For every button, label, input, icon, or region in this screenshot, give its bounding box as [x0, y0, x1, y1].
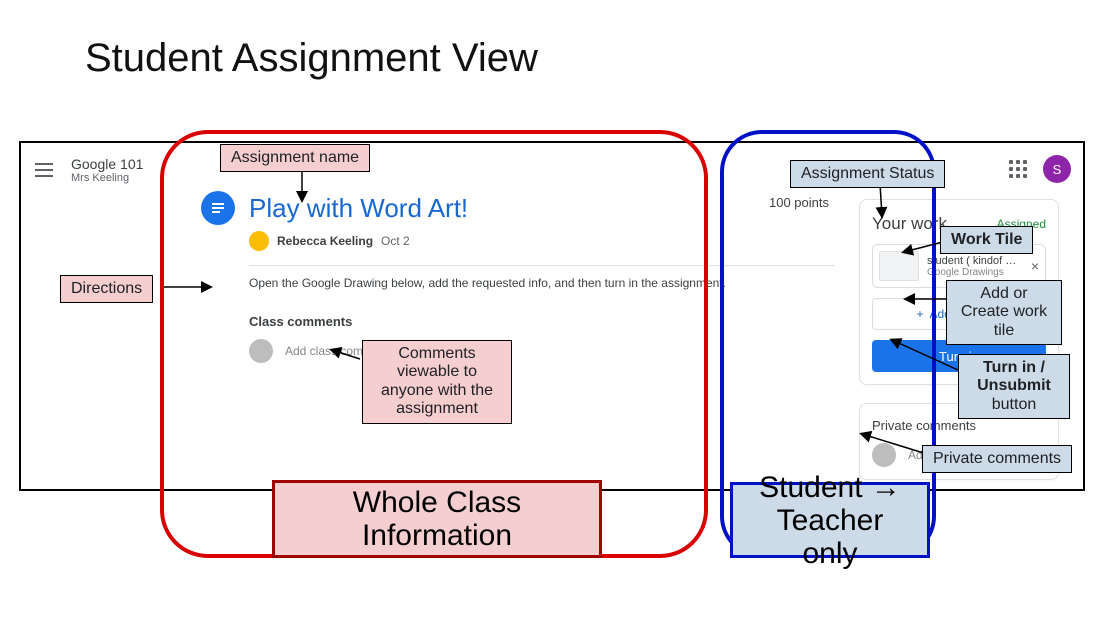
class-name: Google 101	[71, 156, 143, 172]
private-comments-title: Private comments	[872, 418, 1046, 433]
divider	[249, 265, 835, 266]
posted-by: Rebecca Keeling Oct 2	[249, 231, 835, 251]
assignment-title: Play with Word Art!	[249, 193, 468, 224]
comment-avatar	[872, 443, 896, 467]
slide-title: Student Assignment View	[85, 36, 538, 81]
close-icon[interactable]: ×	[1031, 258, 1039, 274]
region-label-whole-class: Whole Class Information	[272, 480, 602, 558]
turn-in-button[interactable]: Turn in	[872, 340, 1046, 372]
assignment-icon	[201, 191, 235, 225]
assignment-status: Assigned	[997, 217, 1046, 231]
work-tile-subtitle: Google Drawings	[927, 267, 1017, 278]
class-comment-input[interactable]: Add class comment...	[249, 339, 835, 363]
classroom-header: Google 101 Mrs Keeling S	[21, 143, 1083, 191]
class-header[interactable]: Google 101 Mrs Keeling	[71, 156, 143, 184]
author-avatar	[249, 231, 269, 251]
work-tile[interactable]: student ( kindof ) ... Google Drawings ×	[872, 244, 1046, 288]
assignment-points: 100 points	[769, 195, 829, 210]
comment-avatar	[249, 339, 273, 363]
author-name: Rebecca Keeling	[277, 234, 373, 248]
class-teacher: Mrs Keeling	[71, 172, 143, 184]
your-work-title: Your work	[872, 214, 947, 234]
hamburger-icon[interactable]	[35, 163, 53, 177]
work-tile-thumb	[879, 251, 919, 281]
region-label-student-teacher: Student → Teacher only	[730, 482, 930, 558]
class-comment-placeholder: Add class comment...	[285, 344, 400, 358]
private-comment-placeholder: Add private comment...	[908, 448, 1031, 462]
class-comments-header: Class comments	[249, 314, 835, 329]
plus-icon: +	[916, 307, 923, 321]
add-or-create-button[interactable]: + Add or create	[872, 298, 1046, 330]
assignment-main: Play with Word Art! 100 points Rebecca K…	[201, 191, 859, 489]
work-tile-title: student ( kindof ) ...	[927, 255, 1017, 267]
private-comments-card: Private comments Add private comment...	[859, 403, 1059, 480]
your-work-sidebar: Your work Assigned student ( kindof ) ..…	[859, 199, 1059, 489]
avatar[interactable]: S	[1043, 155, 1071, 183]
add-button-label: Add or create	[929, 307, 1001, 321]
assignment-directions: Open the Google Drawing below, add the r…	[249, 276, 835, 290]
private-comment-input[interactable]: Add private comment...	[872, 443, 1046, 467]
screenshot-frame: Google 101 Mrs Keeling S Play with Word …	[19, 141, 1085, 491]
post-date: Oct 2	[381, 234, 410, 248]
your-work-card: Your work Assigned student ( kindof ) ..…	[859, 199, 1059, 385]
apps-grid-icon[interactable]	[1009, 160, 1027, 178]
